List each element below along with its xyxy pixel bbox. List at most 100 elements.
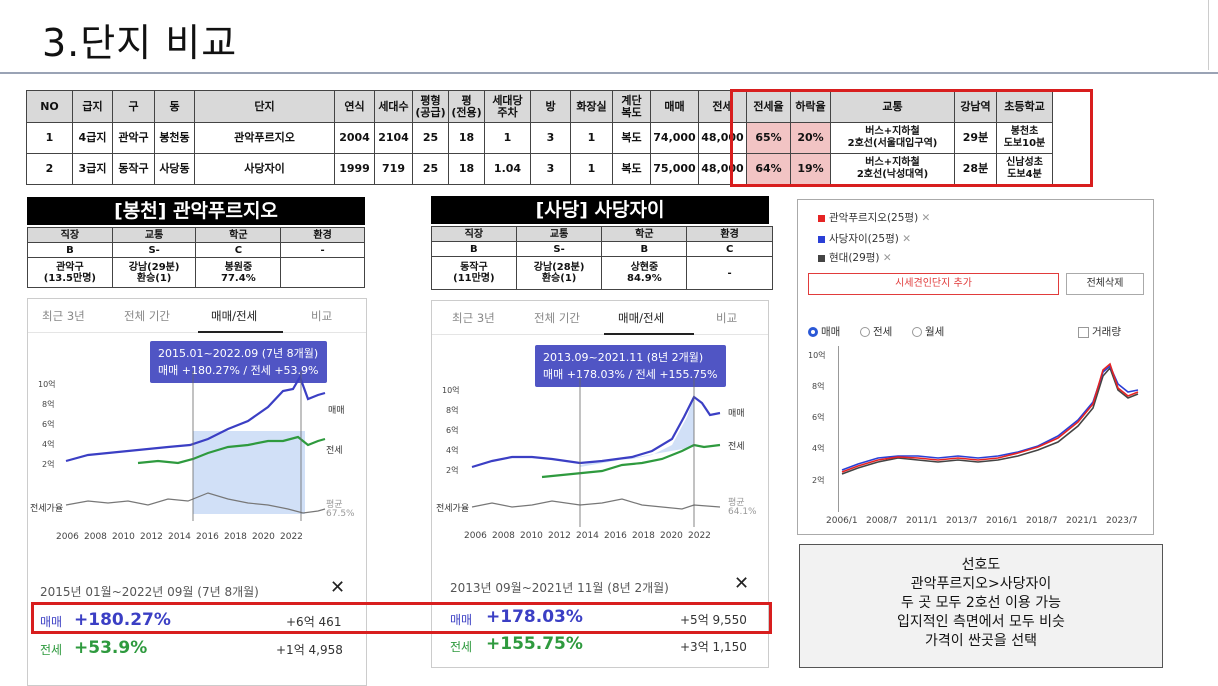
radio-jeonse[interactable]: 전세: [860, 324, 892, 339]
info-header-transport: 교통: [515, 226, 603, 242]
detail-env: [280, 257, 365, 288]
series-line-gwanak-prugio: [841, 362, 1139, 473]
legend-label: 현대(29평): [829, 252, 880, 264]
column-header: 평형 (공급): [412, 90, 449, 123]
grade-job: B: [431, 241, 517, 257]
table-cell: 3: [530, 122, 571, 154]
tab-sale-jeonse[interactable]: 매매/전세: [211, 308, 257, 324]
info-header-env: 환경: [280, 227, 365, 243]
x-tick: 2016: [604, 531, 627, 541]
table-cell: 복도: [612, 153, 651, 185]
legend-item[interactable]: 사당자이(25평) ✕: [818, 231, 911, 246]
column-header: 매매: [650, 90, 699, 123]
x-tick: 2013/7: [946, 516, 978, 526]
tooltip-period: 2015.01~2022.09 (7년 8개월): [158, 347, 319, 360]
close-icon[interactable]: ✕: [330, 577, 345, 598]
detail-job: 관악구 (13.5만명): [27, 257, 113, 288]
active-tab-indicator: [198, 331, 283, 333]
y-tick: 2억: [812, 476, 825, 485]
tab-all-period[interactable]: 전체 기간: [534, 310, 580, 326]
memo-line: 가격이 싼곳을 선택: [925, 633, 1037, 649]
sale-legend: 매매: [728, 409, 745, 419]
x-tick: 2021/1: [1066, 516, 1098, 526]
price-highlight-box: [730, 89, 1093, 187]
info-header-env: 환경: [686, 226, 773, 242]
x-tick: 2010: [520, 531, 543, 541]
x-tick: 2014: [168, 532, 191, 542]
multi-complex-price-chart: [838, 346, 1139, 512]
table-cell: 관악푸르지오: [194, 122, 335, 154]
add-complex-button[interactable]: 시세견인단지 추가: [808, 273, 1059, 295]
radio-monthly[interactable]: 월세: [912, 324, 944, 339]
x-tick: 2011/1: [906, 516, 938, 526]
x-tick: 2006/1: [826, 516, 858, 526]
legend-item[interactable]: 관악푸르지오(25평) ✕: [818, 210, 930, 225]
x-tick: 2022: [280, 532, 303, 542]
x-tick: 2020: [660, 531, 683, 541]
tab-sale-jeonse[interactable]: 매매/전세: [618, 310, 664, 326]
x-tick: 2008/7: [866, 516, 898, 526]
checkbox-label: 거래량: [1092, 326, 1121, 338]
radio-dot: [912, 327, 922, 337]
series-line-sadang-xi: [841, 364, 1139, 471]
tab-recent-3y[interactable]: 최근 3년: [452, 310, 495, 326]
table-cell: 사당동: [154, 153, 195, 185]
y-tick: 8억: [446, 406, 459, 415]
column-header: 동: [154, 90, 195, 123]
detail-school: 봉원중 77.4%: [195, 257, 282, 288]
close-icon[interactable]: ✕: [734, 573, 749, 594]
info-header-job: 직장: [431, 226, 517, 242]
x-tick: 2018: [632, 531, 655, 541]
radio-sale[interactable]: 매매: [808, 324, 840, 339]
period-tabs: 최근 3년 전체 기간 매매/전세 비교: [28, 299, 366, 333]
remove-icon[interactable]: ✕: [902, 233, 911, 245]
legend-item[interactable]: 현대(29평) ✕: [818, 250, 892, 265]
memo-line: 두 곳 모두 2호선 이용 가능: [901, 595, 1061, 611]
highlight-area: [193, 431, 305, 514]
info-header-school: 학군: [195, 227, 282, 243]
info-grade-row: B S- C -: [27, 242, 365, 258]
x-tick: 2012: [548, 531, 571, 541]
memo-line: 관악푸르지오>사당자이: [910, 576, 1052, 592]
table-cell: 동작구: [112, 153, 155, 185]
y-tick: 4억: [42, 440, 55, 449]
grade-env: C: [686, 241, 773, 257]
left-complex-heading: [봉천] 관악푸르지오: [27, 197, 365, 225]
y-tick: 4억: [446, 446, 459, 455]
tab-recent-3y[interactable]: 최근 3년: [42, 308, 85, 324]
tab-all-period[interactable]: 전체 기간: [124, 308, 170, 324]
grade-transport: S-: [111, 242, 197, 258]
memo-line: 입지적인 측면에서 모두 비슷: [897, 614, 1065, 630]
info-grade-row: B S- B C: [431, 241, 773, 257]
selected-period: 2015년 01월~2022년 09월 (7년 8개월): [40, 585, 259, 599]
delete-all-button[interactable]: 전체삭제: [1066, 273, 1144, 295]
radio-dot: [860, 327, 870, 337]
grade-job: B: [27, 242, 113, 258]
volume-checkbox[interactable]: 거래량: [1078, 324, 1121, 339]
detail-transport: 강남(28분) 환승(1): [515, 256, 603, 290]
x-tick: 2018: [224, 532, 247, 542]
column-header: 급지: [72, 90, 113, 123]
x-tick: 2016/1: [986, 516, 1018, 526]
remove-icon[interactable]: ✕: [883, 252, 892, 264]
memo-line: 선호도: [961, 557, 1001, 573]
y-tick: 6억: [42, 420, 55, 429]
table-cell: 18: [448, 122, 485, 154]
table-cell: 2: [26, 153, 73, 185]
jeonse-change-pct: +53.9%: [74, 638, 148, 658]
column-header: 방: [530, 90, 571, 123]
period-tabs: 최근 3년 전체 기간 매매/전세 비교: [432, 301, 768, 335]
tab-compare[interactable]: 비교: [311, 308, 332, 324]
y-tick: 2억: [42, 460, 55, 469]
sale-change-highlight-box: [31, 602, 772, 634]
table-cell: 복도: [612, 122, 651, 154]
remove-icon[interactable]: ✕: [922, 212, 931, 224]
x-tick: 2006: [56, 532, 79, 542]
grade-env: -: [280, 242, 365, 258]
radio-label: 월세: [925, 326, 945, 338]
x-tick: 2018/7: [1026, 516, 1058, 526]
grade-transport: S-: [515, 241, 603, 257]
table-cell: 75,000: [650, 153, 699, 185]
jeonse-change-amount: +3억 1,150: [680, 640, 747, 654]
tab-compare[interactable]: 비교: [716, 310, 737, 326]
